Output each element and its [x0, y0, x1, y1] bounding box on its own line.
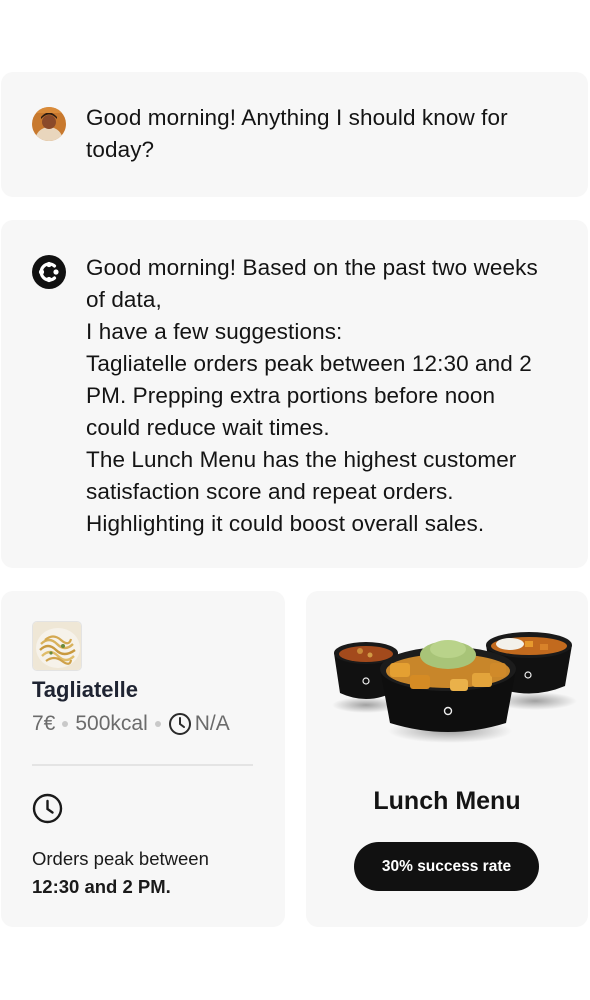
peak-value: 12:30 and 2 PM. [32, 876, 171, 897]
menu-card[interactable]: Lunch Menu 30% success rate [306, 591, 588, 927]
assistant-message-text: Good morning! Based on the past two week… [86, 252, 548, 540]
dish-card[interactable]: Tagliatelle 7€ 500kcal N/A Orders peak b… [1, 591, 285, 927]
peak-info: Orders peak between 12:30 and 2 PM. [32, 845, 209, 901]
divider [32, 764, 253, 766]
user-avatar [32, 107, 66, 141]
separator-dot [154, 721, 161, 727]
clock-icon [168, 712, 192, 736]
dish-name: Tagliatelle [32, 677, 138, 702]
dish-calories: 500kcal [75, 712, 148, 735]
peak-label: Orders peak between [32, 848, 209, 869]
dish-prep-time: N/A [194, 712, 230, 735]
assistant-message-card: Good morning! Based on the past two week… [1, 220, 588, 568]
user-message-text: Good morning! Anything I should know for… [86, 105, 508, 162]
separator-dot [62, 721, 69, 727]
assistant-line: Tagliatelle orders peak between 12:30 an… [86, 351, 532, 440]
lunch-bowls-image [330, 631, 580, 751]
clock-icon [32, 793, 63, 824]
success-rate-badge[interactable]: 30% success rate [354, 842, 539, 891]
dish-meta: 7€ 500kcal N/A [32, 712, 230, 736]
menu-title: Lunch Menu [373, 787, 521, 815]
dish-price: 7€ [32, 712, 56, 735]
assistant-line: I have a few suggestions: [86, 319, 343, 344]
assistant-line: The Lunch Menu has the highest customer … [86, 447, 517, 536]
assistant-line: Good morning! Based on the past two week… [86, 255, 538, 312]
assistant-logo-icon [32, 255, 66, 289]
user-message-card: Good morning! Anything I should know for… [1, 72, 588, 197]
dish-thumbnail [32, 621, 82, 671]
